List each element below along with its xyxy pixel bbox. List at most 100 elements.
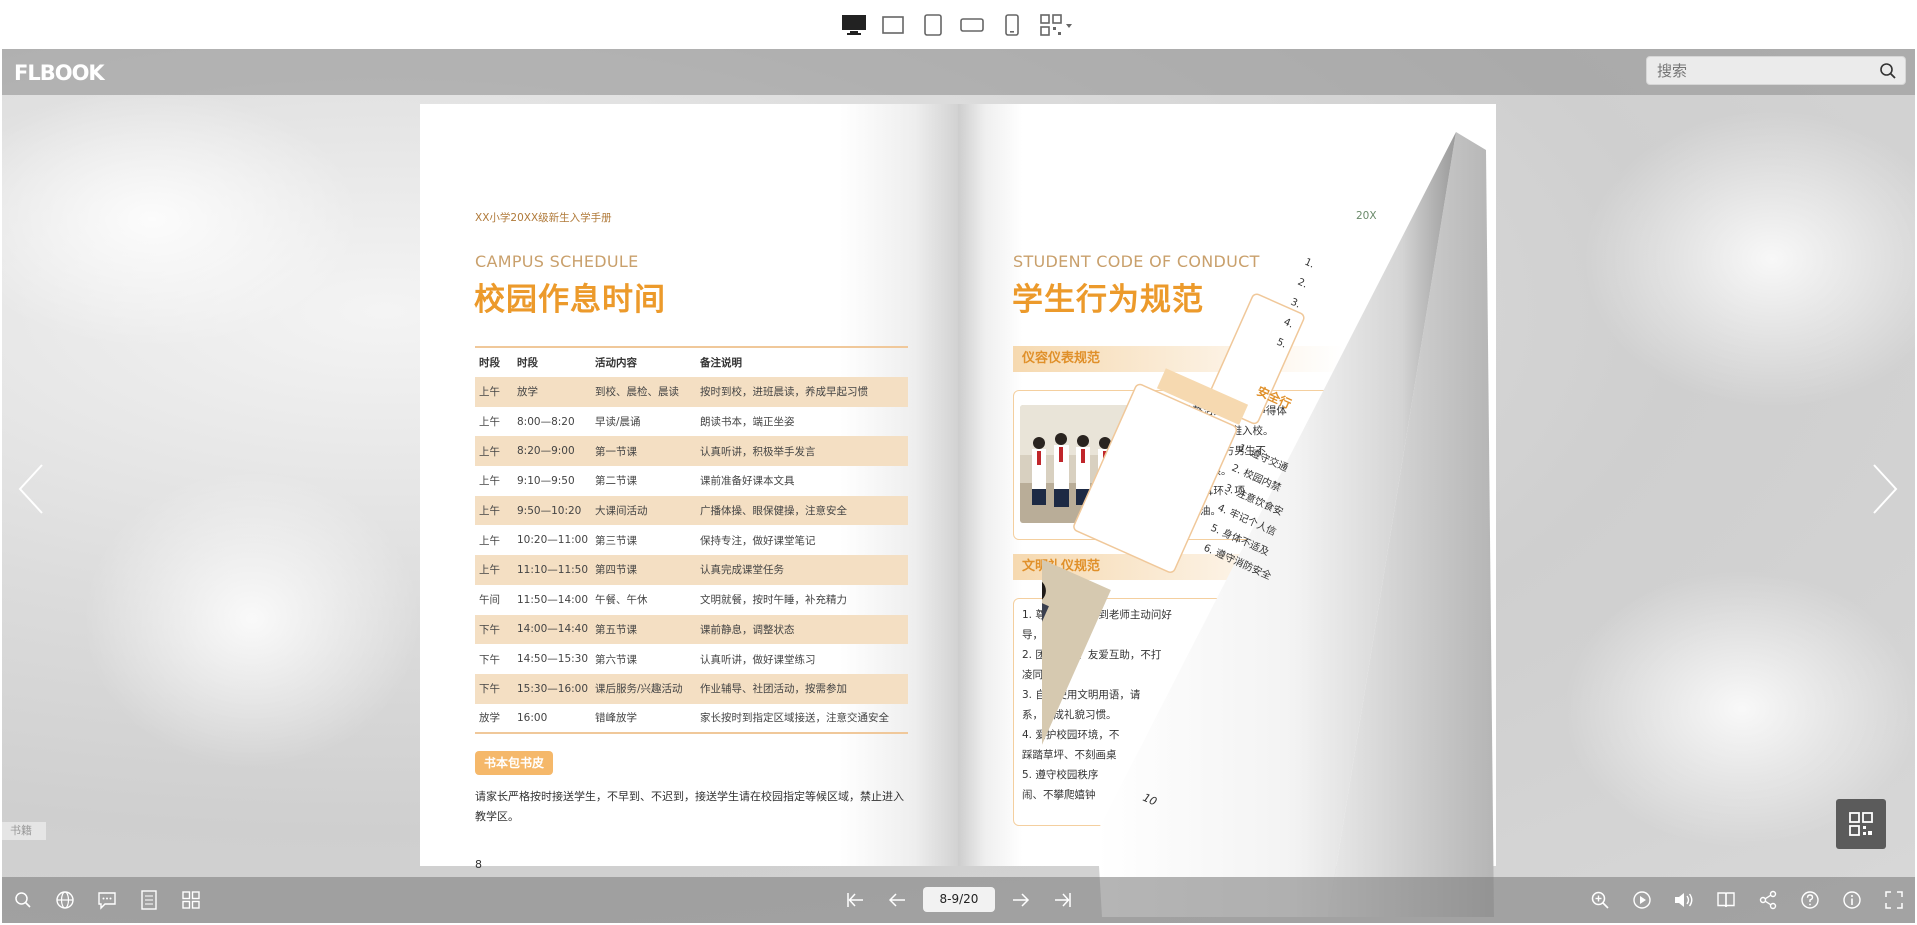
landscape-tablet-icon[interactable] xyxy=(959,12,985,38)
device-bar xyxy=(0,0,1917,49)
table-cell: 放学 xyxy=(513,377,591,407)
desktop-icon[interactable] xyxy=(840,12,868,38)
subsection-heading: 仪容仪表规范 xyxy=(1013,346,1343,372)
qr-code-icon[interactable] xyxy=(1038,12,1076,38)
search-input[interactable] xyxy=(1657,61,1867,81)
table-cell: 错峰放学 xyxy=(591,703,696,735)
section-title-en: CAMPUS SCHEDULE xyxy=(475,252,639,271)
table-cell: 14:00—14:40 xyxy=(513,614,591,645)
table-cell: 第三节课 xyxy=(595,534,637,547)
last-page-icon[interactable] xyxy=(1052,889,1074,911)
rule-line: 1. 衣着整洁大方、干净得体 xyxy=(1158,405,1287,417)
qr-code-float-button[interactable] xyxy=(1836,799,1886,849)
sound-icon[interactable] xyxy=(1673,889,1695,911)
etiquette-rules: 1. 尊敬师长，见到老师主动问好 导，礼貌待人。 2. 团结同学、友爱互助，不打… xyxy=(1022,605,1172,805)
schedule-table: 时段 时段 活动内容 备注说明 上午 放学 到校、晨检、晨读 按时到校，进班晨读，养成… xyxy=(475,346,908,735)
table-cell: 保持专注，做好课堂笔记 xyxy=(700,534,816,547)
bottom-toolbar: 8-9/20 xyxy=(2,877,1915,923)
page-header: 20X xyxy=(1356,210,1377,222)
column-header: 时段 xyxy=(513,346,591,377)
background-feather xyxy=(82,469,422,769)
search-icon[interactable] xyxy=(1879,62,1897,84)
table-cell: 认真听讲，做好课堂练习 xyxy=(700,653,816,666)
table-cell: 第五节课 xyxy=(591,614,696,645)
rule-line: 3. 自觉使用文明用语，请 xyxy=(1022,689,1141,701)
column-header: 时段 xyxy=(475,346,513,377)
table-row: 午间 11:50—14:00 午餐、午休 文明就餐，按时午睡，补充精力 xyxy=(475,585,908,615)
next-page-icon[interactable] xyxy=(1010,889,1032,911)
top-header-strip xyxy=(2,49,1915,95)
table-cell: 按时到校，进班晨读，养成早起习惯 xyxy=(696,377,908,407)
appearance-card: 1. 衣着整洁大方、干净得体 服、拖鞋、高跟鞋入校。 2. 发型简洁大方男生不 … xyxy=(1013,390,1333,540)
rule-line: 服、拖鞋、高跟鞋入校。 xyxy=(1158,425,1274,437)
previous-page-icon[interactable] xyxy=(886,889,908,911)
rule-line: 2. 团结同学、友爱互助，不打 xyxy=(1022,649,1162,661)
background-feather xyxy=(1582,109,1915,409)
search-icon[interactable] xyxy=(12,889,34,911)
left-page[interactable]: XX小学20XX级新生入学手册 CAMPUS SCHEDULE 校园作息时间 时… xyxy=(420,104,958,871)
rule-line: 闹、不攀爬嬉钟 xyxy=(1022,789,1096,801)
table-cell: 午餐、午休 xyxy=(595,594,648,607)
table-row: 下午 14:50—15:30 第六节课 认真听讲，做好课堂练习 xyxy=(475,644,908,674)
right-page[interactable]: 20X STUDENT CODE OF CONDUCT 学生行为规范 仪容仪表规… xyxy=(958,104,1496,871)
rule-line: 踩踏草坪、不刻画桌 xyxy=(1022,749,1117,761)
table-cell: 认真完成课堂任务 xyxy=(696,555,908,585)
rule-line: 2. 发型简洁大方男生不 xyxy=(1158,445,1266,457)
bookshelf-icon[interactable] xyxy=(1715,889,1737,911)
table-cell: 上午 xyxy=(475,495,513,526)
rule-line: 1. 尊敬师长，见到老师主动问好 xyxy=(1022,609,1172,621)
language-icon[interactable] xyxy=(54,889,76,911)
comment-icon[interactable] xyxy=(96,889,118,911)
rule-line: 4. 爱护校园环境，不 xyxy=(1022,729,1120,741)
wide-tablet-icon[interactable] xyxy=(880,12,906,38)
tablet-icon[interactable] xyxy=(922,12,944,38)
column-header: 活动内容 xyxy=(591,346,696,377)
autoplay-icon[interactable] xyxy=(1631,889,1653,911)
table-row: 上午 放学 到校、晨检、晨读 按时到校，进班晨读，养成早起习惯 xyxy=(475,377,908,407)
fullscreen-icon[interactable] xyxy=(1883,889,1905,911)
info-icon[interactable] xyxy=(1841,889,1863,911)
first-page-icon[interactable] xyxy=(844,889,866,911)
page-indicator[interactable]: 8-9/20 xyxy=(923,887,995,912)
flipbook-viewer: FLBOOK 书籍 XX小学20XX级新生入学手册 CAMPUS SCHEDUL… xyxy=(2,49,1915,923)
section-title-en: STUDENT CODE OF CONDUCT xyxy=(1013,252,1260,271)
book-spread: XX小学20XX级新生入学手册 CAMPUS SCHEDULE 校园作息时间 时… xyxy=(420,104,1496,871)
document-icon[interactable] xyxy=(138,889,160,911)
table-cell: 上午 xyxy=(475,436,513,467)
share-icon[interactable] xyxy=(1757,889,1779,911)
table-cell: 9:10—9:50 xyxy=(517,474,575,487)
rule-line: 刘海不遮眉眼。 xyxy=(1158,465,1232,477)
next-page-arrow-icon[interactable] xyxy=(1864,459,1904,519)
rule-line: 不涂指甲油。 xyxy=(1158,505,1221,517)
table-cell: 上午 xyxy=(475,555,513,585)
table-cell: 课前准备好课本文具 xyxy=(700,475,795,488)
flbook-logo[interactable]: FLBOOK xyxy=(14,61,105,85)
table-row: 上午 8:00—8:20 早读/晨诵 朗读书本，端正坐姿 xyxy=(475,407,908,437)
table-cell: 10:20—11:00 xyxy=(517,534,589,547)
zoom-in-icon[interactable] xyxy=(1589,889,1611,911)
table-cell: 文明就餐，按时午睡，补充精力 xyxy=(700,594,847,607)
table-cell: 广播体操、眼保健操，注意安全 xyxy=(696,495,908,526)
table-cell: 上午 xyxy=(475,377,513,407)
table-row: 上午 11:10—11:50 第四节课 认真完成课堂任务 xyxy=(475,555,908,585)
table-cell: 第一节课 xyxy=(591,436,696,467)
phone-icon[interactable] xyxy=(1003,12,1021,38)
previous-page-arrow-icon[interactable] xyxy=(12,459,52,519)
table-cell: 下午 xyxy=(479,653,500,666)
table-cell: 14:50—15:30 xyxy=(517,653,589,666)
table-row: 上午 9:50—10:20 大课间活动 广播体操、眼保健操，注意安全 xyxy=(475,495,908,526)
section-title-cn: 学生行为规范 xyxy=(1012,282,1204,318)
table-cell: 午间 xyxy=(479,594,500,607)
table-cell: 第六节课 xyxy=(595,653,637,666)
thumbnails-icon[interactable] xyxy=(180,889,202,911)
table-cell: 第四节课 xyxy=(591,555,696,585)
table-cell: 家长按时到指定区域接送，注意交通安全 xyxy=(696,703,908,735)
table-cell: 上午 xyxy=(479,475,500,488)
table-cell: 早读/晨诵 xyxy=(595,416,641,429)
table-cell: 课后服务/兴趣活动 xyxy=(591,673,696,704)
table-row: 下午 15:30—16:00 课后服务/兴趣活动 作业辅导、社团活动，按需参加 xyxy=(475,673,908,704)
help-icon[interactable] xyxy=(1799,889,1821,911)
table-cell: 上午 xyxy=(479,416,500,429)
table-cell: 8:00—8:20 xyxy=(517,415,575,428)
search-box[interactable] xyxy=(1646,56,1906,85)
